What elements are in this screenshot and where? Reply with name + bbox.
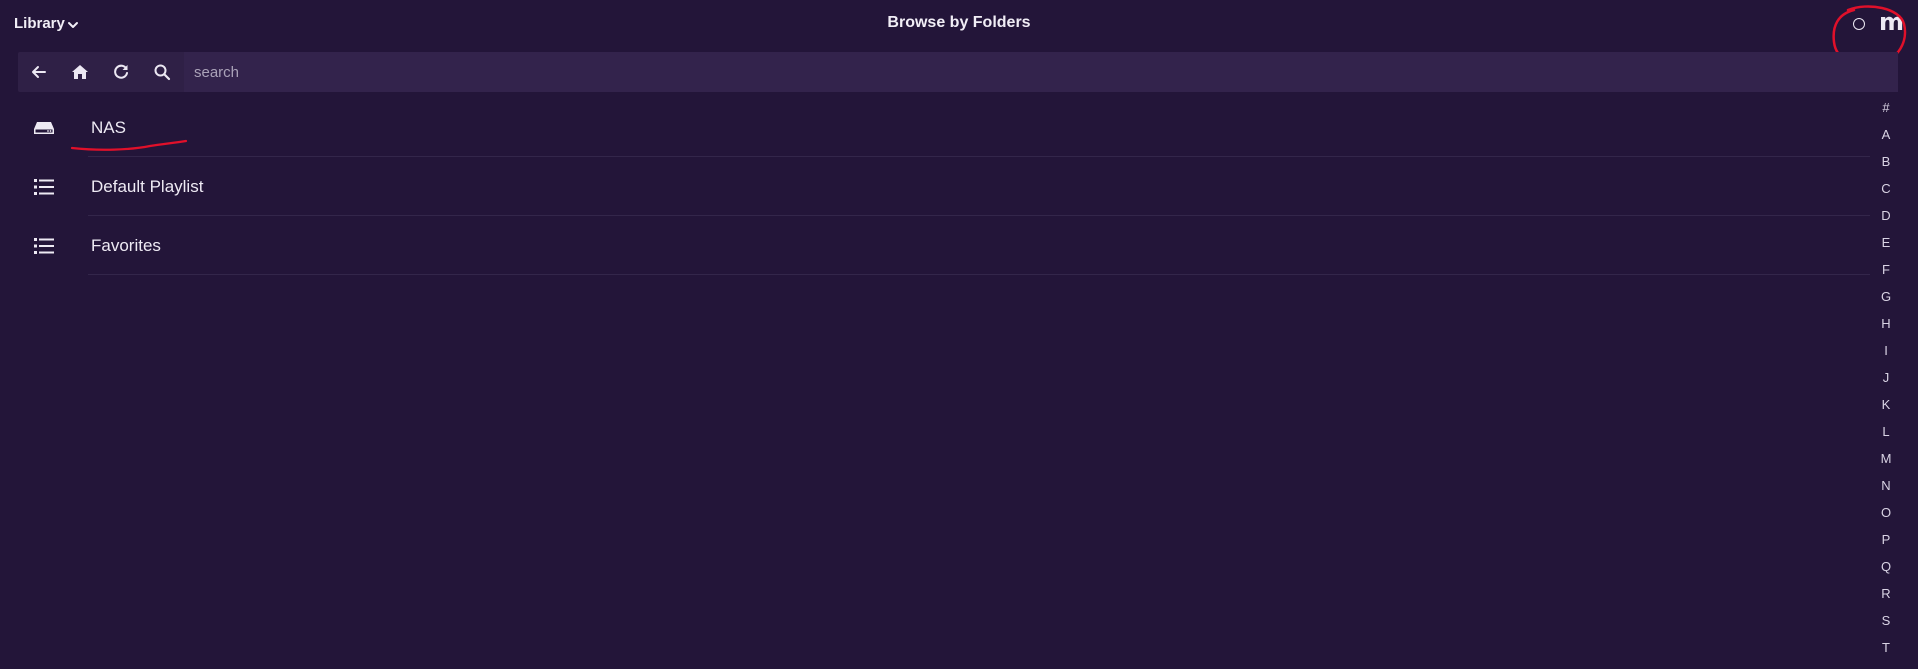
home-button[interactable] <box>59 52 100 92</box>
connection-status-icon[interactable] <box>1852 17 1865 30</box>
alpha-letter-j[interactable]: J <box>1883 368 1890 395</box>
list-icon <box>32 234 56 258</box>
list-item-default-playlist[interactable]: Default Playlist <box>0 157 1870 216</box>
alpha-letter-t[interactable]: T <box>1882 638 1890 665</box>
alpha-letter-f[interactable]: F <box>1882 260 1890 287</box>
folder-list: NAS Default Playlist Favorites <box>0 98 1870 275</box>
alpha-letter-m[interactable]: M <box>1881 449 1892 476</box>
navigation-toolbar <box>18 52 1898 92</box>
alpha-letter-s[interactable]: S <box>1882 611 1891 638</box>
alpha-letter-l[interactable]: L <box>1882 422 1889 449</box>
search-button[interactable] <box>141 52 182 92</box>
search-input[interactable] <box>184 52 1898 92</box>
search-icon <box>154 64 170 81</box>
alpha-letter-q[interactable]: Q <box>1881 557 1891 584</box>
alpha-letter-b[interactable]: B <box>1882 152 1891 179</box>
alpha-letter-r[interactable]: R <box>1881 584 1890 611</box>
header-right-controls: m <box>1852 10 1904 34</box>
alpha-letter-i[interactable]: I <box>1884 341 1888 368</box>
arrow-left-icon <box>31 66 46 78</box>
list-item-label: Favorites <box>91 235 161 255</box>
list-divider <box>88 274 1870 275</box>
alpha-letter-o[interactable]: O <box>1881 503 1891 530</box>
alpha-letter-c[interactable]: C <box>1881 179 1890 206</box>
alpha-letter-n[interactable]: N <box>1881 476 1890 503</box>
page-title: Browse by Folders <box>887 14 1031 31</box>
alphabet-index: # A B C D E F G H I J K L M N O P Q R S … <box>1876 98 1896 665</box>
drive-icon <box>32 116 56 140</box>
alpha-letter-k[interactable]: K <box>1882 395 1891 422</box>
annotation-underline <box>70 139 188 151</box>
refresh-icon <box>113 64 128 79</box>
app-window: Library Browse by Folders m search NAS D… <box>0 0 1918 669</box>
list-item-label: Default Playlist <box>91 176 204 196</box>
list-item-favorites[interactable]: Favorites <box>0 216 1870 275</box>
refresh-button[interactable] <box>100 52 141 92</box>
alpha-letter-d[interactable]: D <box>1881 206 1890 233</box>
top-header: Library Browse by Folders m <box>0 0 1918 66</box>
list-item-label: NAS <box>91 117 126 137</box>
alpha-letter-hash[interactable]: # <box>1882 98 1889 125</box>
list-icon <box>32 175 56 199</box>
list-item-nas[interactable]: NAS <box>0 98 1870 157</box>
alpha-letter-h[interactable]: H <box>1881 314 1890 341</box>
alpha-letter-p[interactable]: P <box>1882 530 1891 557</box>
alpha-letter-a[interactable]: A <box>1882 125 1891 152</box>
alpha-letter-e[interactable]: E <box>1882 233 1891 260</box>
home-icon <box>71 65 88 79</box>
alpha-letter-g[interactable]: G <box>1881 287 1891 314</box>
app-logo[interactable]: m <box>1879 10 1904 34</box>
back-button[interactable] <box>18 52 59 92</box>
